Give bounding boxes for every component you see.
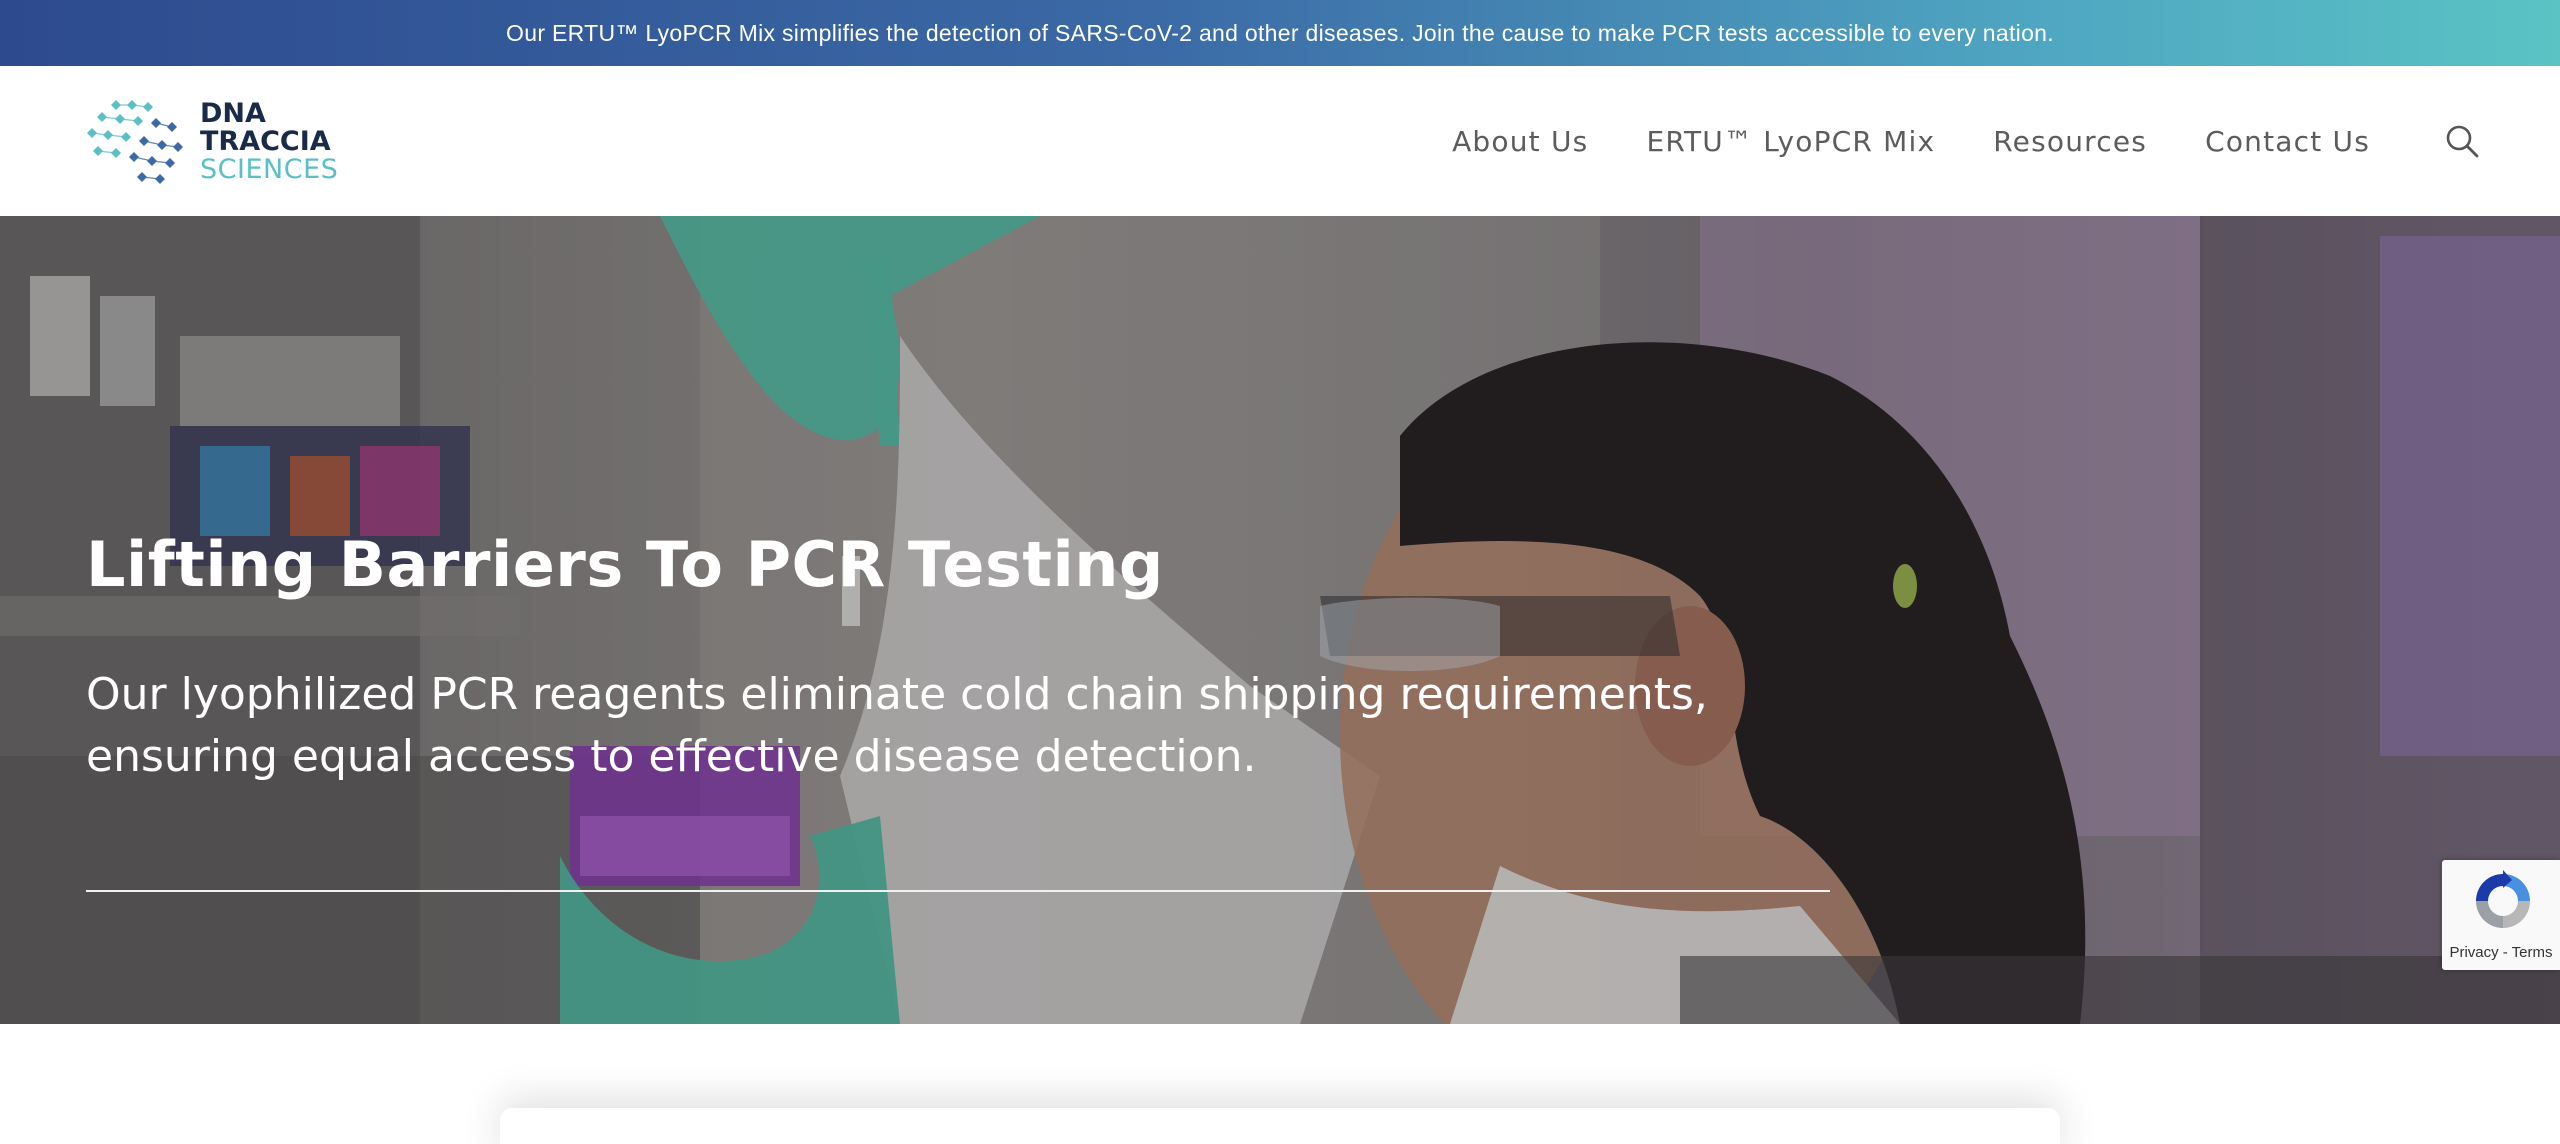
announcement-text: Our ERTU™ LyoPCR Mix simplifies the dete… xyxy=(506,19,2054,46)
site-logo[interactable]: DNA TRACCIA SCIENCES xyxy=(86,96,346,188)
recaptcha-icon xyxy=(2476,870,2530,928)
nav-contact-us[interactable]: Contact Us xyxy=(2205,125,2370,158)
site-header: DNA TRACCIA SCIENCES About Us ERTU™ LyoP… xyxy=(0,66,2560,216)
logo-line-3: SCIENCES xyxy=(200,154,339,185)
hero-overlay xyxy=(0,216,2560,1024)
logo-wordmark: DNA TRACCIA SCIENCES xyxy=(200,100,338,184)
announcement-bar: Our ERTU™ LyoPCR Mix simplifies the dete… xyxy=(0,0,2560,66)
nav-resources[interactable]: Resources xyxy=(1993,125,2147,158)
search-button[interactable] xyxy=(2444,123,2480,159)
nav-about-us[interactable]: About Us xyxy=(1452,125,1588,158)
nav-ertu-lyopcr-mix[interactable]: ERTU™ LyoPCR Mix xyxy=(1646,125,1935,158)
hero-slider: Lifting Barriers To PCR Testing Our lyop… xyxy=(0,216,2560,1024)
hero-divider xyxy=(86,890,1830,892)
recaptcha-badge[interactable]: Privacy - Terms xyxy=(2442,860,2560,970)
content-card xyxy=(500,1108,2060,1144)
hero-title: Lifting Barriers To PCR Testing xyxy=(86,528,1164,601)
main-nav: About Us ERTU™ LyoPCR Mix Resources Cont… xyxy=(1394,66,2370,216)
search-icon xyxy=(2446,125,2479,158)
recaptcha-links[interactable]: Privacy - Terms xyxy=(2442,944,2560,961)
hero-subtitle: Our lyophilized PCR reagents eliminate c… xyxy=(86,669,1708,782)
logo-line-1: DNA xyxy=(200,98,266,129)
logo-line-2: TRACCIA xyxy=(200,126,331,157)
dna-logo-icon xyxy=(87,100,183,184)
